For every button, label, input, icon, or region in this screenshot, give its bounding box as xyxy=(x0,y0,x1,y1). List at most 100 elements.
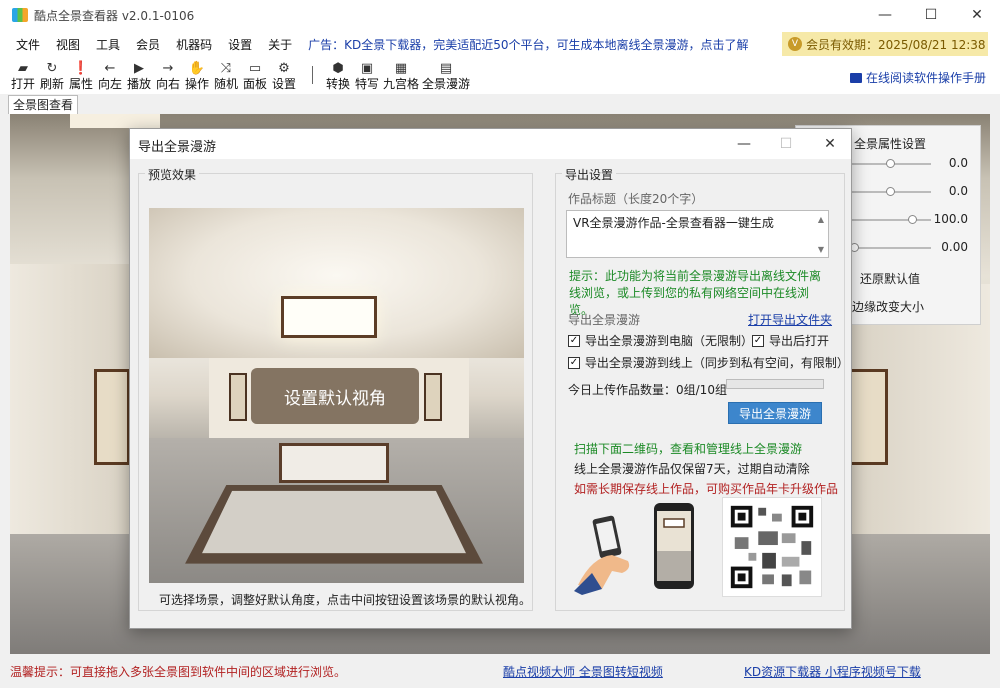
menu-view[interactable]: 视图 xyxy=(48,36,88,53)
tool-nine-grid-button[interactable]: ▦ 九宫格 xyxy=(383,58,419,94)
dialog-minimize-button[interactable]: — xyxy=(724,132,764,156)
tool-random-button[interactable]: ⤨ 随机 xyxy=(213,58,239,94)
tool-left-button[interactable]: ← 向左 xyxy=(97,58,123,94)
scroll-up-icon[interactable]: ▲ xyxy=(815,213,827,225)
slider-knob[interactable] xyxy=(908,215,917,224)
close-button[interactable]: ✕ xyxy=(954,0,1000,30)
ad-link[interactable]: 广告：KD全景下载器，完美适配近50个平台，可生成本地离线全景漫游，点击了解 xyxy=(308,36,748,53)
gear-icon: ⚙ xyxy=(278,61,290,76)
minimize-button[interactable]: — xyxy=(862,0,908,30)
upgrade-note: 如需长期保存线上作品，可购买作品年卡升级作品 xyxy=(574,482,839,496)
image-icon: ▣ xyxy=(360,61,374,76)
window-titlebar: 酷点全景查看器 v2.0.1-0106 — ☐ ✕ xyxy=(0,0,1000,30)
tool-right-button[interactable]: → 向右 xyxy=(155,58,181,94)
tool-label: 设置 xyxy=(271,77,296,91)
tool-properties-button[interactable]: ❗ 属性 xyxy=(68,58,94,94)
scroll-down-icon[interactable]: ▼ xyxy=(815,243,827,255)
tool-label: 属性 xyxy=(68,77,93,91)
tool-label: 向右 xyxy=(155,77,180,91)
resource-downloader-link[interactable]: KD资源下载器 小程序视频号下载 xyxy=(744,663,921,680)
slider-knob[interactable] xyxy=(886,159,895,168)
video-master-link[interactable]: 酷点视频大师 全景图转短视频 xyxy=(503,663,663,680)
tool-settings-button[interactable]: ⚙ 设置 xyxy=(271,58,297,94)
edge-resize-option[interactable]: 边缘改变大小 xyxy=(852,296,962,316)
open-after-export-checkbox[interactable]: ✓ 导出后打开 xyxy=(752,332,829,349)
menu-bar: 文件 视图 工具 会员 机器码 设置 关于 广告：KD全景下载器，完美适配近50… xyxy=(0,30,1000,58)
tool-panel-button[interactable]: ▭ 面板 xyxy=(242,58,268,94)
tab-panorama-viewer[interactable]: 全景图查看 xyxy=(8,95,79,114)
maximize-button[interactable]: ☐ xyxy=(908,0,954,30)
tool-label: 向左 xyxy=(97,77,122,91)
tool-play-button[interactable]: ▶ 播放 xyxy=(126,58,152,94)
checkbox-checked-icon: ✓ xyxy=(568,356,580,369)
tool-open-button[interactable]: ▰ 打开 xyxy=(10,58,36,94)
shuffle-icon: ⤨ xyxy=(220,61,232,76)
dialog-maximize-button[interactable]: ☐ xyxy=(766,132,806,156)
arrow-left-icon: ← xyxy=(104,61,116,76)
tool-operate-button[interactable]: ✋ 操作 xyxy=(184,58,210,94)
tool-label: 刷新 xyxy=(39,77,64,91)
toolbar-separator xyxy=(312,66,313,84)
export-online-checkbox[interactable]: ✓ 导出全景漫游到线上（同步到私有空间，有限制） xyxy=(568,354,849,371)
tool-closeup-button[interactable]: ▣ 特写 xyxy=(354,58,380,94)
wall-painting xyxy=(848,369,888,465)
arrow-right-icon: → xyxy=(162,61,174,76)
book-icon xyxy=(849,72,862,83)
member-expiry-badge[interactable]: V 会员有效期：2025/08/21 12:38 xyxy=(782,32,988,56)
property-slider-row[interactable]: 0.0 xyxy=(836,156,976,172)
tool-label: 面板 xyxy=(242,77,267,91)
ceiling-strip xyxy=(70,114,160,128)
preview-painting xyxy=(424,373,442,421)
export-tour-button[interactable]: 导出全景漫游 xyxy=(728,402,822,424)
export-online-label: 导出全景漫游到线上（同步到私有空间，有限制） xyxy=(584,356,849,370)
export-to-pc-checkbox[interactable]: ✓ 导出全景漫游到电脑（无限制） xyxy=(568,332,753,349)
preview-table xyxy=(279,443,389,483)
toolbar: ▰ 打开 ↻ 刷新 ❗ 属性 ← 向左 ▶ 播放 → 向右 ✋ 操作 ⤨ 随机 ▭ 面板 ⚙ 设置 … xyxy=(0,58,1000,94)
tool-panorama-tour-button[interactable]: ▤ 全景漫游 xyxy=(422,58,470,94)
menu-member[interactable]: 会员 xyxy=(128,36,168,53)
dialog-titlebar: 导出全景漫游 — ☐ ✕ xyxy=(130,129,851,159)
menu-settings[interactable]: 设置 xyxy=(220,36,260,53)
export-to-pc-label: 导出全景漫游到电脑（无限制） xyxy=(585,334,754,348)
property-slider-row[interactable]: 100.0 xyxy=(836,212,976,228)
phone-scan-illustration xyxy=(574,503,694,595)
tool-convert-button[interactable]: ⬢ 转换 xyxy=(325,58,351,94)
tool-label: 打开 xyxy=(10,77,35,91)
set-default-view-button[interactable]: 设置默认视角 xyxy=(251,368,419,424)
online-manual-label: 在线阅读软件操作手册 xyxy=(865,71,986,85)
window-controls: — ☐ ✕ xyxy=(862,0,1000,30)
export-tour-dialog: 导出全景漫游 — ☐ ✕ 预览效果 设置默认视角 可选择场景，调整好默认角度，点… xyxy=(129,128,852,629)
preview-hint: 可选择场景，调整好默认角度，点击中间按钮设置该场景的默认视角。 xyxy=(159,593,532,607)
property-slider-row[interactable]: 0.0 xyxy=(836,184,976,200)
preview-viewport[interactable]: 设置默认视角 xyxy=(149,208,524,583)
member-expiry-text: 会员有效期：2025/08/21 12:38 xyxy=(806,37,986,52)
export-section-label: 导出全景漫游 xyxy=(568,313,641,327)
menu-about[interactable]: 关于 xyxy=(260,36,300,53)
slider-knob[interactable] xyxy=(886,187,895,196)
info-icon: ❗ xyxy=(72,61,90,76)
open-after-export-label: 导出后打开 xyxy=(769,334,830,348)
property-value: 0.00 xyxy=(941,240,968,254)
online-manual-link[interactable]: 在线阅读软件操作手册 xyxy=(849,69,986,86)
reset-defaults-button[interactable]: 还原默认值 xyxy=(860,268,970,288)
dialog-title: 导出全景漫游 xyxy=(138,140,217,155)
tool-label: 播放 xyxy=(126,77,151,91)
work-title-value: VR全景漫游作品-全景查看器一键生成 xyxy=(573,216,774,230)
menu-file[interactable]: 文件 xyxy=(8,36,48,53)
open-export-folder-link[interactable]: 打开导出文件夹 xyxy=(748,311,832,328)
cube-icon: ⬢ xyxy=(332,61,344,76)
work-title-input[interactable]: VR全景漫游作品-全景查看器一键生成 ▲ ▼ xyxy=(566,210,829,258)
upload-count-label: 今日上传作品数量：0组/10组 xyxy=(568,383,727,397)
property-value: 0.0 xyxy=(948,184,968,198)
tool-label: 九宫格 xyxy=(383,77,420,91)
menu-machine-code[interactable]: 机器码 xyxy=(168,36,220,53)
tool-label: 特写 xyxy=(354,77,379,91)
scan-qr-hint: 扫描下面二维码，查看和管理线上全景漫游 xyxy=(574,442,803,456)
dialog-close-button[interactable]: ✕ xyxy=(810,132,850,156)
upload-progress-bar xyxy=(726,379,824,389)
property-panel-title: 全景属性设置 xyxy=(854,137,927,151)
menu-tools[interactable]: 工具 xyxy=(88,36,128,53)
panel-icon: ▭ xyxy=(248,61,262,76)
property-slider-row[interactable]: 0.00 xyxy=(836,240,976,256)
tool-refresh-button[interactable]: ↻ 刷新 xyxy=(39,58,65,94)
